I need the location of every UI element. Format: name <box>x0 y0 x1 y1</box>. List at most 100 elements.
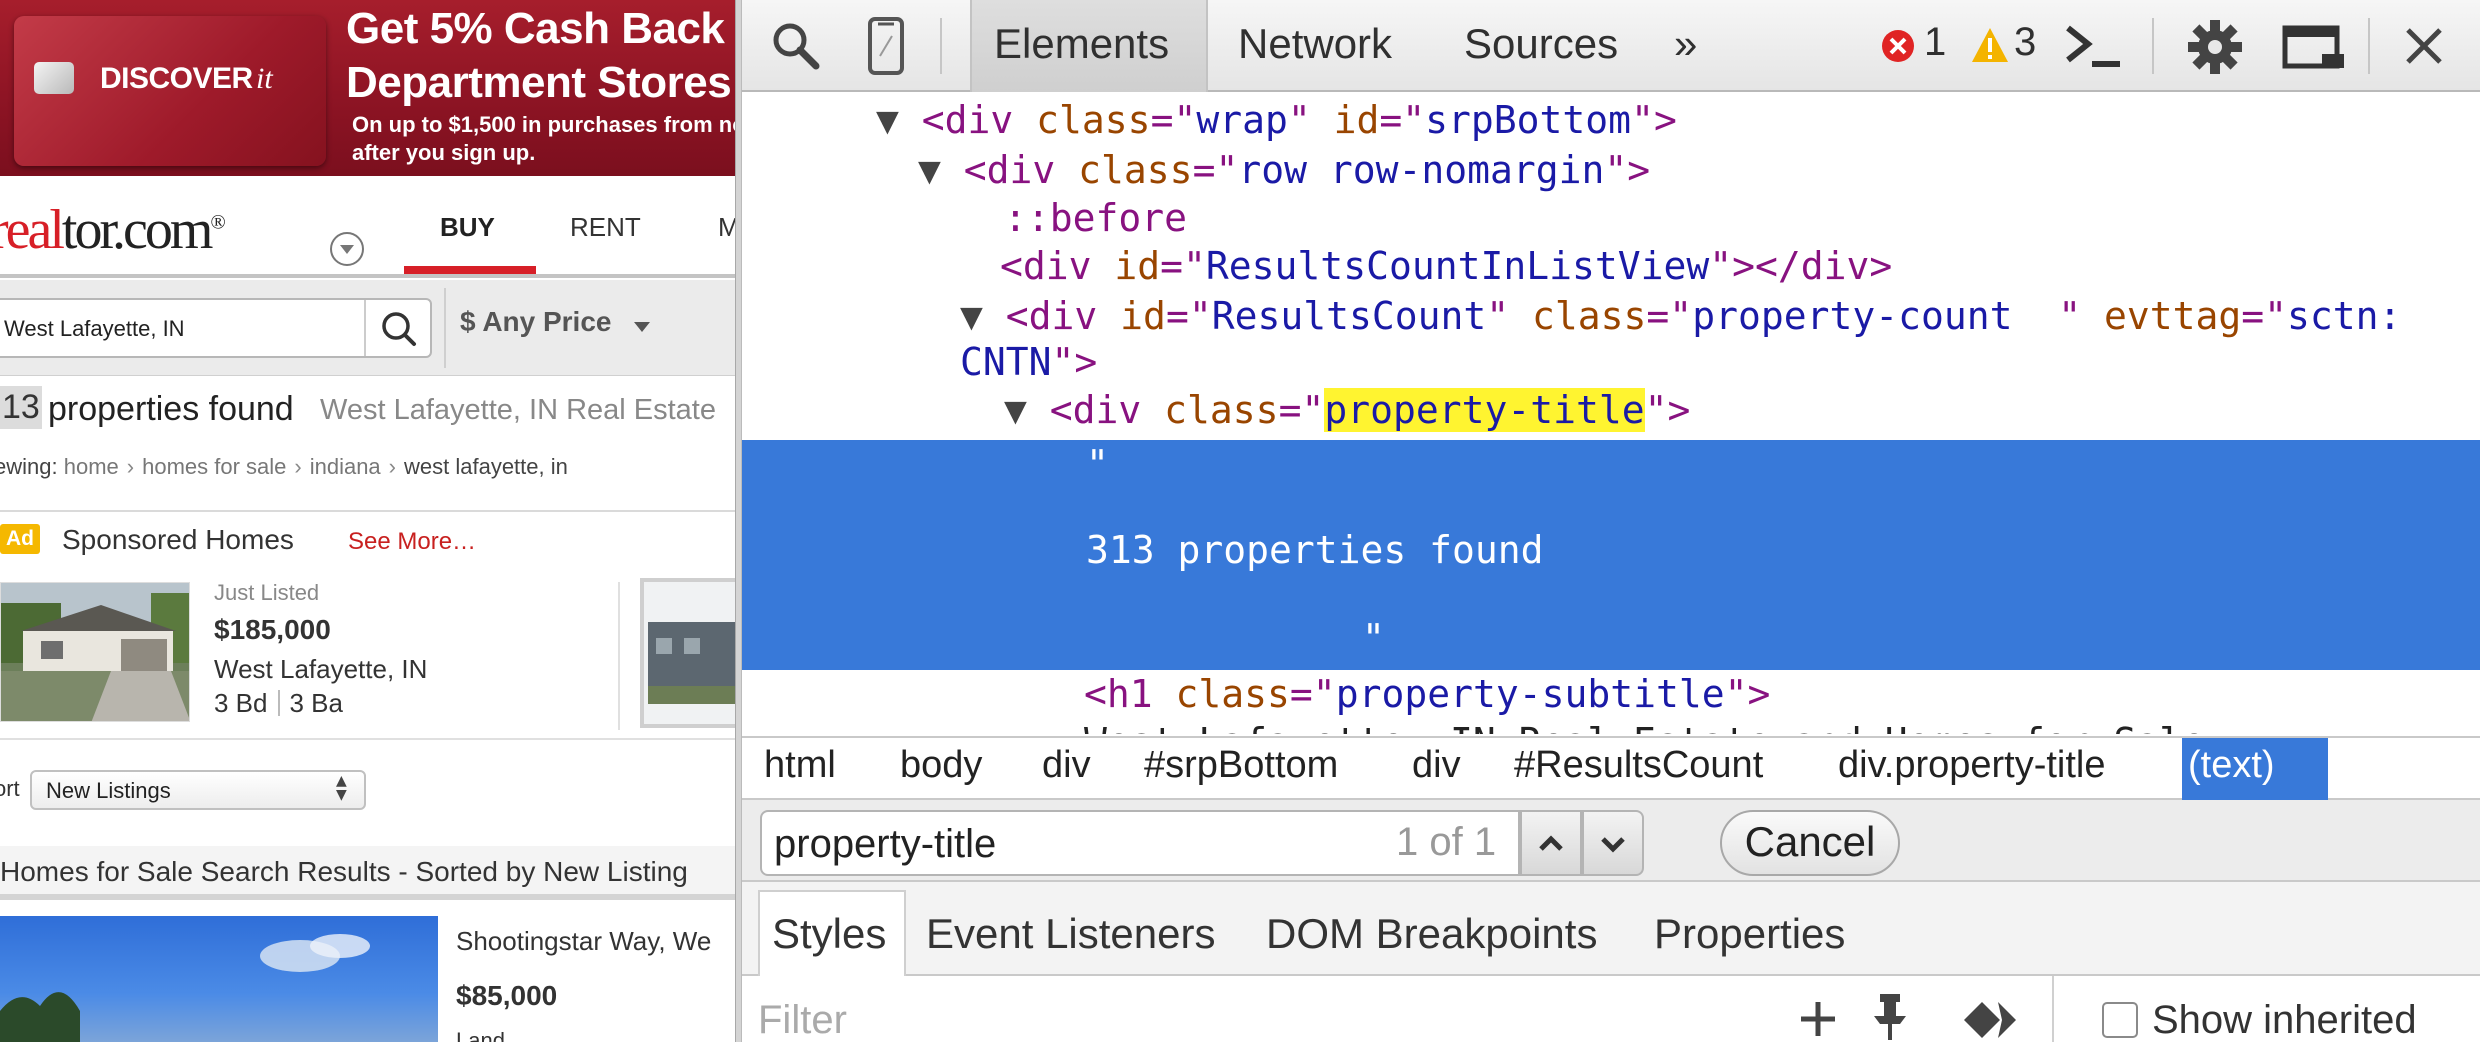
devtools-panel: Elements Network Sources » 1 3 ▼ <div cl… <box>742 0 2480 1042</box>
search-match-highlight: property-title <box>1324 388 1645 432</box>
divider <box>0 510 735 512</box>
ad-headline-2: Department Stores at <box>346 58 735 107</box>
search-icon[interactable] <box>768 18 824 79</box>
find-match-count: 1 of 1 <box>1396 820 1497 864</box>
tab-properties[interactable]: Properties <box>1654 910 1845 958</box>
listing-beds-baths: 3 Bd 3 Ba <box>214 688 343 719</box>
show-inherited-label[interactable]: Show inherited <box>2152 998 2417 1042</box>
see-more-link[interactable]: See More… <box>348 528 476 556</box>
listing-photo-3[interactable] <box>0 916 438 1042</box>
dom-node-wrap[interactable]: ▼ <div class="wrap" id="srpBottom"> <box>876 98 1677 142</box>
web-page: DISCOVER it Get 5% Cash Back at Departme… <box>0 0 735 1042</box>
house-photo-image <box>1 583 189 721</box>
dom-node-resultscount[interactable]: ▼ <div id="ResultsCount" class="property… <box>960 294 2401 338</box>
close-icon[interactable] <box>2404 26 2444 71</box>
tab-event-listeners[interactable]: Event Listeners <box>926 910 1216 958</box>
logo-registered: ® <box>210 211 225 234</box>
error-count[interactable]: 1 <box>1924 20 1946 65</box>
result-address[interactable]: Shootingstar Way, We <box>456 926 711 957</box>
color-format-icon[interactable] <box>1962 996 2022 1042</box>
listing-price[interactable]: $185,000 <box>214 614 331 646</box>
toolbar-separator <box>2368 18 2370 74</box>
more-tabs-button[interactable]: » <box>1674 20 1697 68</box>
listing-beds: 3 Bd <box>214 688 268 718</box>
crumb-property-title[interactable]: div.property-title <box>1838 744 2106 787</box>
tab-elements[interactable]: Elements <box>994 20 1169 68</box>
search-divider <box>444 288 446 368</box>
error-icon[interactable] <box>1880 28 1916 69</box>
dom-text-subtitle[interactable]: West Lafayette, IN Real Estate and Homes… <box>1084 720 2205 734</box>
dom-tree[interactable]: ▼ <div class="wrap" id="srpBottom"> ▼ <d… <box>742 92 2480 734</box>
crumb-resultscount[interactable]: #ResultsCount <box>1514 744 1763 787</box>
sponsored-homes-title: Sponsored Homes <box>62 524 294 555</box>
tab-styles[interactable]: Styles <box>772 910 886 958</box>
result-price: $85,000 <box>456 980 558 1011</box>
crumb-body[interactable]: body <box>900 744 982 787</box>
listing-tag: Just Listed <box>214 580 320 605</box>
dom-node-property-subtitle[interactable]: <h1 class="property-subtitle"> <box>1084 672 1770 716</box>
tab-sources[interactable]: Sources <box>1464 20 1618 68</box>
styles-toolbar: Filter Show inherited <box>742 976 2480 1042</box>
tab-network[interactable]: Network <box>1238 20 1392 68</box>
find-previous-button[interactable] <box>1520 810 1582 876</box>
styles-filter-input[interactable]: Filter <box>758 998 847 1042</box>
devtools-toolbar: Elements Network Sources » 1 3 <box>742 0 2480 92</box>
find-next-button[interactable] <box>1582 810 1644 876</box>
selected-text-node[interactable]: " 313 properties found " <box>742 440 2480 670</box>
discover-banner-ad[interactable]: DISCOVER it Get 5% Cash Back at Departme… <box>0 0 735 176</box>
sort-label: ort <box>0 776 20 801</box>
toolbar-separator <box>2152 18 2154 74</box>
plus-icon[interactable] <box>1796 996 1840 1042</box>
listing-baths: 3 Ba <box>289 688 344 718</box>
listing-city: West Lafayette, IN <box>214 654 428 684</box>
crumb-srpbottom[interactable]: #srpBottom <box>1144 744 1338 787</box>
text-node-content: 313 properties found <box>1086 528 1544 572</box>
select-arrows-icon: ▲ ▼ <box>336 773 347 803</box>
price-filter-dropdown[interactable]: $ Any Price <box>460 306 611 338</box>
pin-icon[interactable] <box>1870 992 1910 1042</box>
chevron-down-icon[interactable] <box>330 232 364 266</box>
warning-icon[interactable] <box>1970 26 2010 69</box>
nav-more[interactable]: M <box>718 212 735 243</box>
crumb-html[interactable]: html <box>764 744 836 787</box>
nav-rent[interactable]: RENT <box>570 212 641 243</box>
realtor-logo[interactable]: realtor.com® <box>0 198 226 262</box>
dock-side-icon[interactable] <box>2282 24 2348 77</box>
tab-dom-breakpoints[interactable]: DOM Breakpoints <box>1266 910 1597 958</box>
house-photo-image-2 <box>644 582 735 724</box>
dom-node-property-title[interactable]: ▼ <div class="property-title"> <box>1004 388 1690 432</box>
listing-photo-2[interactable] <box>640 578 735 728</box>
result-type: Land <box>456 1028 505 1042</box>
ad-subtext-2: after you sign up. <box>352 140 536 165</box>
panel-resize-handle[interactable] <box>735 0 742 1042</box>
cancel-button[interactable]: Cancel <box>1720 810 1900 876</box>
device-mode-icon[interactable] <box>866 16 906 81</box>
show-inherited-checkbox[interactable] <box>2102 1002 2138 1038</box>
listing-photo[interactable] <box>0 582 190 722</box>
breadcrumb-homes-for-sale[interactable]: homes for sale <box>142 454 286 479</box>
nav-buy[interactable]: BUY <box>440 212 495 243</box>
nav-active-underline <box>404 266 536 274</box>
gear-icon[interactable] <box>2186 18 2244 81</box>
search-button[interactable] <box>364 300 430 356</box>
results-count: 13 <box>0 386 42 429</box>
dom-node-row[interactable]: ▼ <div class="row row-nomargin"> <box>918 148 1650 192</box>
styles-separator <box>2052 976 2054 1042</box>
text-node-quote-open: " <box>1086 442 1109 486</box>
console-drawer-icon[interactable] <box>2062 22 2122 77</box>
crumb-text[interactable]: (text) <box>2188 744 2275 787</box>
search-results-heading: Homes for Sale Search Results - Sorted b… <box>0 856 688 887</box>
card-brand: DISCOVER <box>100 62 253 95</box>
breadcrumb-home[interactable]: home <box>64 454 119 479</box>
search-icon <box>382 312 416 346</box>
dom-node-resultscountinlistview[interactable]: <div id="ResultsCountInListView"></div> <box>1000 244 1892 288</box>
sort-select[interactable]: New Listings <box>30 770 366 810</box>
toolbar-separator <box>940 18 942 74</box>
warning-count[interactable]: 3 <box>2014 20 2036 65</box>
dom-breadcrumb: html body div #srpBottom div #ResultsCou… <box>742 736 2480 800</box>
crumb-div[interactable]: div <box>1042 744 1091 787</box>
dom-node-before[interactable]: ::before <box>1004 196 1187 240</box>
crumb-div-2[interactable]: div <box>1412 744 1461 787</box>
breadcrumb-indiana[interactable]: indiana <box>310 454 381 479</box>
sidebar-tabs: Styles Event Listeners DOM Breakpoints P… <box>742 882 2480 976</box>
